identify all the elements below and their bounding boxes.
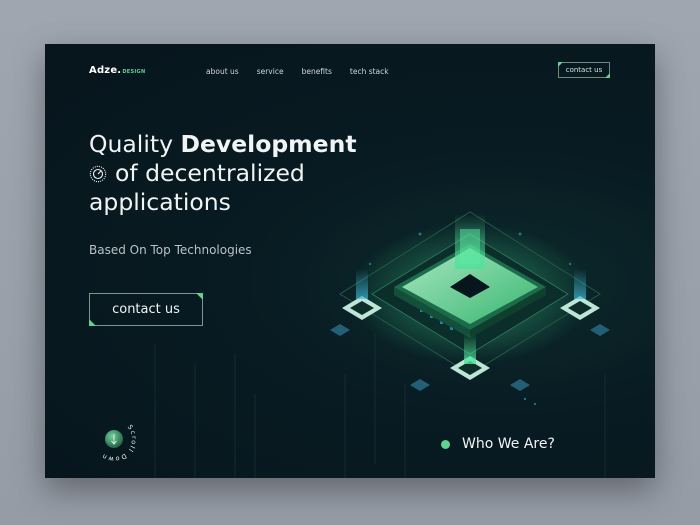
contact-button[interactable]: contact us [89, 293, 203, 326]
who-we-are-link[interactable]: Who We Are? [441, 436, 555, 452]
brand-logo[interactable]: Adze.DESIGN [89, 65, 145, 76]
hero-line-2-text: of decentralized [115, 159, 305, 187]
hero-line-1-bold: Development [180, 130, 357, 158]
hero-section: Adze.DESIGN about us service benefits te… [45, 44, 655, 478]
who-we-are-label: Who We Are? [462, 436, 555, 452]
brand-name: Adze. [89, 65, 122, 76]
hero-line-1: Quality Development [89, 130, 357, 159]
hero-line-1-light: Quality [89, 130, 181, 158]
dial-icon [89, 165, 107, 183]
nav-tech-stack[interactable]: tech stack [350, 67, 389, 76]
top-nav: about us service benefits tech stack [206, 67, 389, 76]
header-contact-button[interactable]: contact us [558, 62, 610, 78]
brand-tag: DESIGN [122, 69, 146, 75]
nav-about-us[interactable]: about us [206, 67, 239, 76]
bullet-icon [441, 439, 450, 449]
hero-subtitle: Based On Top Technologies [89, 243, 252, 257]
nav-benefits[interactable]: benefits [302, 67, 332, 76]
chip-illustration [330, 211, 610, 406]
scroll-down-badge[interactable]: Scroll Down [91, 416, 137, 462]
nav-service[interactable]: service [257, 67, 284, 76]
